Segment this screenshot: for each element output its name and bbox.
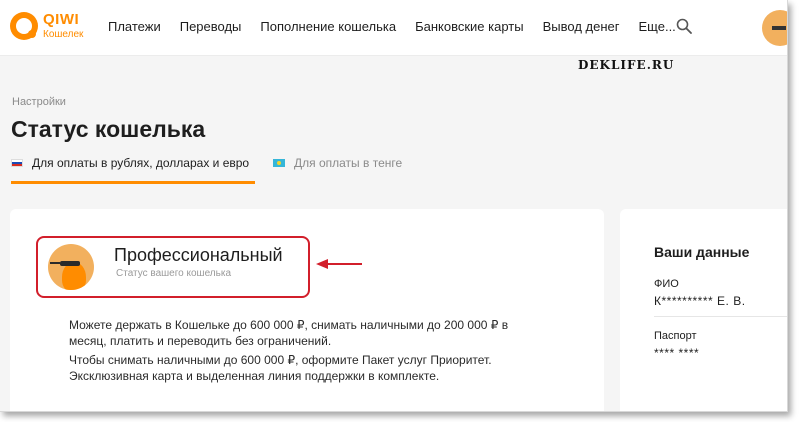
tab-rub-usd-eur[interactable]: Для оплаты в рублях, долларах и евро bbox=[11, 156, 255, 184]
breadcrumb[interactable]: Настройки bbox=[12, 96, 66, 108]
tab-label: Для оплаты в рублях, долларах и евро bbox=[32, 156, 250, 170]
user-data-card bbox=[620, 209, 787, 411]
page-title: Статус кошелька bbox=[11, 116, 206, 142]
watermark-text: DEKLIFE.RU bbox=[578, 58, 675, 72]
passport-label: Паспорт bbox=[654, 330, 697, 342]
status-description-priority: Чтобы снимать наличными до 600 000 ₽, оф… bbox=[69, 353, 492, 383]
logo-name: QIWI bbox=[43, 11, 80, 28]
bird-beak bbox=[50, 262, 60, 264]
side-divider bbox=[654, 316, 787, 317]
bird-body bbox=[62, 262, 86, 290]
qiwi-logo[interactable]: QIWI Кошелек bbox=[10, 10, 90, 46]
top-header: QIWI Кошелек Платежи Переводы Пополнение… bbox=[0, 0, 787, 56]
search-icon[interactable] bbox=[676, 18, 692, 34]
passport-value: **** **** bbox=[654, 346, 700, 360]
main-nav: Платежи Переводы Пополнение кошелька Бан… bbox=[108, 19, 695, 34]
app-window: QIWI Кошелек Платежи Переводы Пополнение… bbox=[0, 0, 788, 412]
bird-glasses bbox=[60, 261, 80, 266]
arrow-left-icon bbox=[316, 259, 362, 269]
tab-label: Для оплаты в тенге bbox=[294, 156, 403, 170]
russia-flag-icon bbox=[11, 159, 23, 167]
status-caption: Статус вашего кошелька bbox=[116, 268, 232, 279]
fio-label: ФИО bbox=[654, 278, 679, 290]
status-name: Профессиональный bbox=[114, 245, 283, 265]
status-description-limits: Можете держать в Кошельке до 600 000 ₽, … bbox=[69, 318, 509, 348]
status-avatar-icon bbox=[48, 244, 94, 290]
nav-item-topup[interactable]: Пополнение кошелька bbox=[260, 19, 396, 34]
tab-kzt[interactable]: Для оплаты в тенге bbox=[273, 156, 402, 184]
currency-tabs: Для оплаты в рублях, долларах и евро Для… bbox=[11, 156, 571, 184]
nav-item-transfers[interactable]: Переводы bbox=[180, 19, 242, 34]
kazakhstan-flag-icon bbox=[273, 159, 285, 167]
logo-subtitle: Кошелек bbox=[43, 29, 84, 40]
fio-value: К********** Е. В. bbox=[654, 294, 746, 308]
nav-item-more[interactable]: Еще... bbox=[639, 19, 676, 34]
user-avatar-icon[interactable] bbox=[762, 10, 787, 46]
nav-item-payments[interactable]: Платежи bbox=[108, 19, 161, 34]
qiwi-logo-icon bbox=[10, 12, 38, 40]
your-data-title: Ваши данные bbox=[654, 244, 750, 260]
nav-item-withdraw[interactable]: Вывод денег bbox=[543, 19, 620, 34]
nav-item-bank-cards[interactable]: Банковские карты bbox=[415, 19, 524, 34]
